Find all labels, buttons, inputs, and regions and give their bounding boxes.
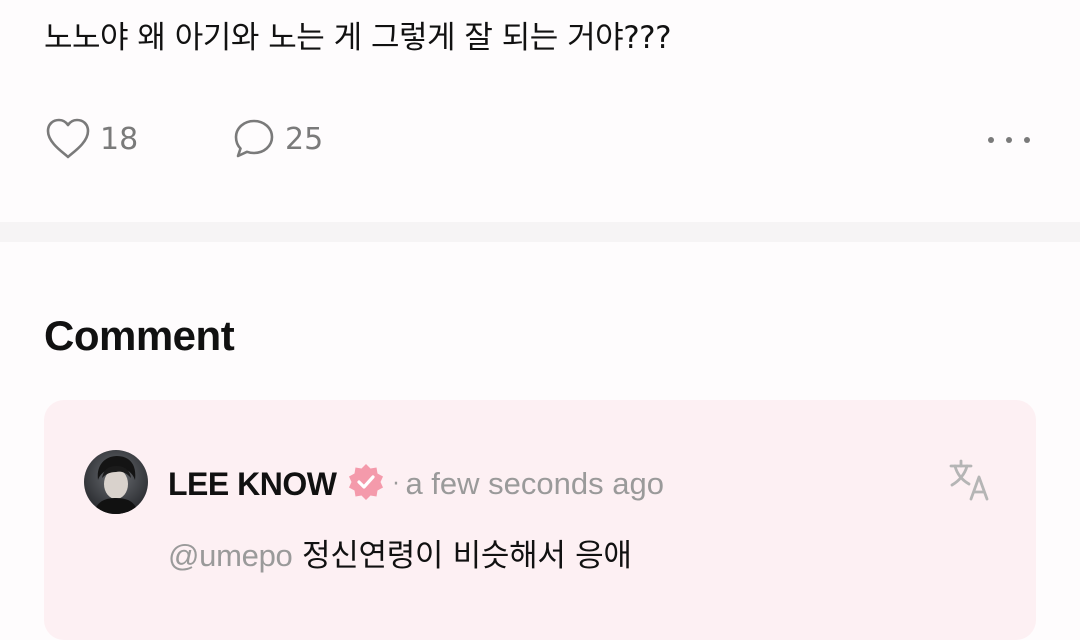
mention-link[interactable]: @umepo: [168, 538, 293, 573]
comment-timestamp: a few seconds ago: [405, 466, 664, 501]
comment-section-title: Comment: [44, 312, 235, 359]
comment-card: LEE KNOW · a few seconds ago @umepo 정신연령…: [44, 400, 1036, 640]
comment-count-button[interactable]: 25: [231, 112, 323, 166]
ellipsis-icon: [987, 130, 1031, 149]
section-divider: [0, 222, 1080, 242]
speech-bubble-icon: [231, 116, 277, 162]
comment-count: 25: [285, 121, 324, 157]
comment-header: LEE KNOW · a few seconds ago: [168, 462, 664, 506]
comment-body: @umepo 정신연령이 비슷해서 응애: [168, 534, 632, 578]
comment-text: 정신연령이 비슷해서 응애: [302, 538, 632, 574]
verified-badge-icon: [346, 462, 386, 506]
post-actions: 18 25: [44, 112, 1036, 166]
author-name[interactable]: LEE KNOW: [168, 466, 337, 503]
translate-icon: [947, 457, 993, 507]
like-button[interactable]: 18: [44, 112, 138, 166]
post-text: 노노야 왜 아기와 노는 게 그렇게 잘 되는 거야???: [44, 20, 672, 56]
heart-icon: [44, 117, 92, 161]
translate-button[interactable]: [944, 456, 996, 508]
more-options-button[interactable]: [982, 112, 1036, 166]
like-count: 18: [100, 121, 139, 157]
separator-dot: ·: [392, 471, 400, 497]
avatar[interactable]: [84, 450, 148, 514]
